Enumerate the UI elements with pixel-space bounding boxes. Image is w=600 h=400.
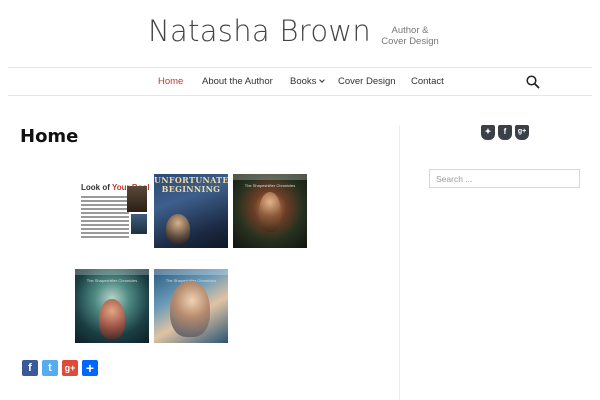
cover-subtitle: The Shapeshifter Chronicles xyxy=(86,278,138,283)
gallery-thumbnail-cover-5[interactable]: The Shapeshifter Chronicles xyxy=(154,269,228,343)
cover-ornament xyxy=(154,269,228,275)
nav-item-contact[interactable]: Contact xyxy=(411,76,444,87)
cover-figure xyxy=(259,192,281,232)
nav-item-books[interactable]: Books xyxy=(290,76,326,87)
gallery-thumbnail-flyer[interactable]: Look of Your Book xyxy=(75,174,149,248)
facebook-icon[interactable]: f xyxy=(22,360,38,376)
share-plus-icon[interactable]: + xyxy=(82,360,98,376)
cover-figure xyxy=(166,214,190,244)
nav-item-cover-design[interactable]: Cover Design xyxy=(338,76,396,87)
gallery-thumbnail-unfortunate-beginning[interactable]: UNFORTUNATE BEGINNING xyxy=(154,174,228,248)
nav-item-about-the-author[interactable]: About the Author xyxy=(202,76,273,87)
flyer-book-cover-small xyxy=(131,214,147,234)
nav-item-books-label: Books xyxy=(290,76,317,87)
tagline-line-2: Cover Design xyxy=(381,36,439,47)
nav-item-home[interactable]: Home xyxy=(158,76,183,87)
bookmark-icon[interactable]: ✦ xyxy=(481,125,495,140)
tagline-line-1: Author & xyxy=(391,25,429,36)
google-plus-icon[interactable]: g+ xyxy=(62,360,78,376)
cover-ornament xyxy=(75,269,149,275)
cover-heading-line-2: BEGINNING xyxy=(161,184,221,194)
page-title: Home xyxy=(20,126,79,147)
twitter-icon[interactable]: t xyxy=(42,360,58,376)
gallery-thumbnail-cover-4[interactable]: The Shapeshifter Chronicles xyxy=(75,269,149,343)
google-plus-icon[interactable]: g+ xyxy=(515,125,529,140)
site-tagline: Author & Cover Design xyxy=(381,25,439,47)
cover-figure xyxy=(170,281,210,337)
site-title[interactable]: Natasha Brown xyxy=(148,14,371,48)
chevron-down-icon xyxy=(319,77,326,83)
flyer-title-prefix: Look of xyxy=(81,183,112,192)
content-sidebar-divider xyxy=(399,125,400,400)
site-header: Natasha Brown Author & Cover Design xyxy=(0,0,600,68)
gallery-thumbnail-cover-3[interactable]: The Shapeshifter Chronicles xyxy=(233,174,307,248)
cover-subtitle: The Shapeshifter Chronicles xyxy=(244,183,296,188)
search-input[interactable] xyxy=(429,169,580,188)
search-icon[interactable] xyxy=(525,74,541,90)
flyer-text-lines xyxy=(81,196,129,240)
flyer-book-cover xyxy=(127,186,147,212)
main-navigation: Home About the Author Books Cover Design… xyxy=(8,67,592,96)
cover-ornament xyxy=(233,174,307,180)
cover-heading: UNFORTUNATE BEGINNING xyxy=(154,176,228,194)
facebook-icon[interactable]: f xyxy=(498,125,512,140)
cover-figure xyxy=(99,299,125,339)
